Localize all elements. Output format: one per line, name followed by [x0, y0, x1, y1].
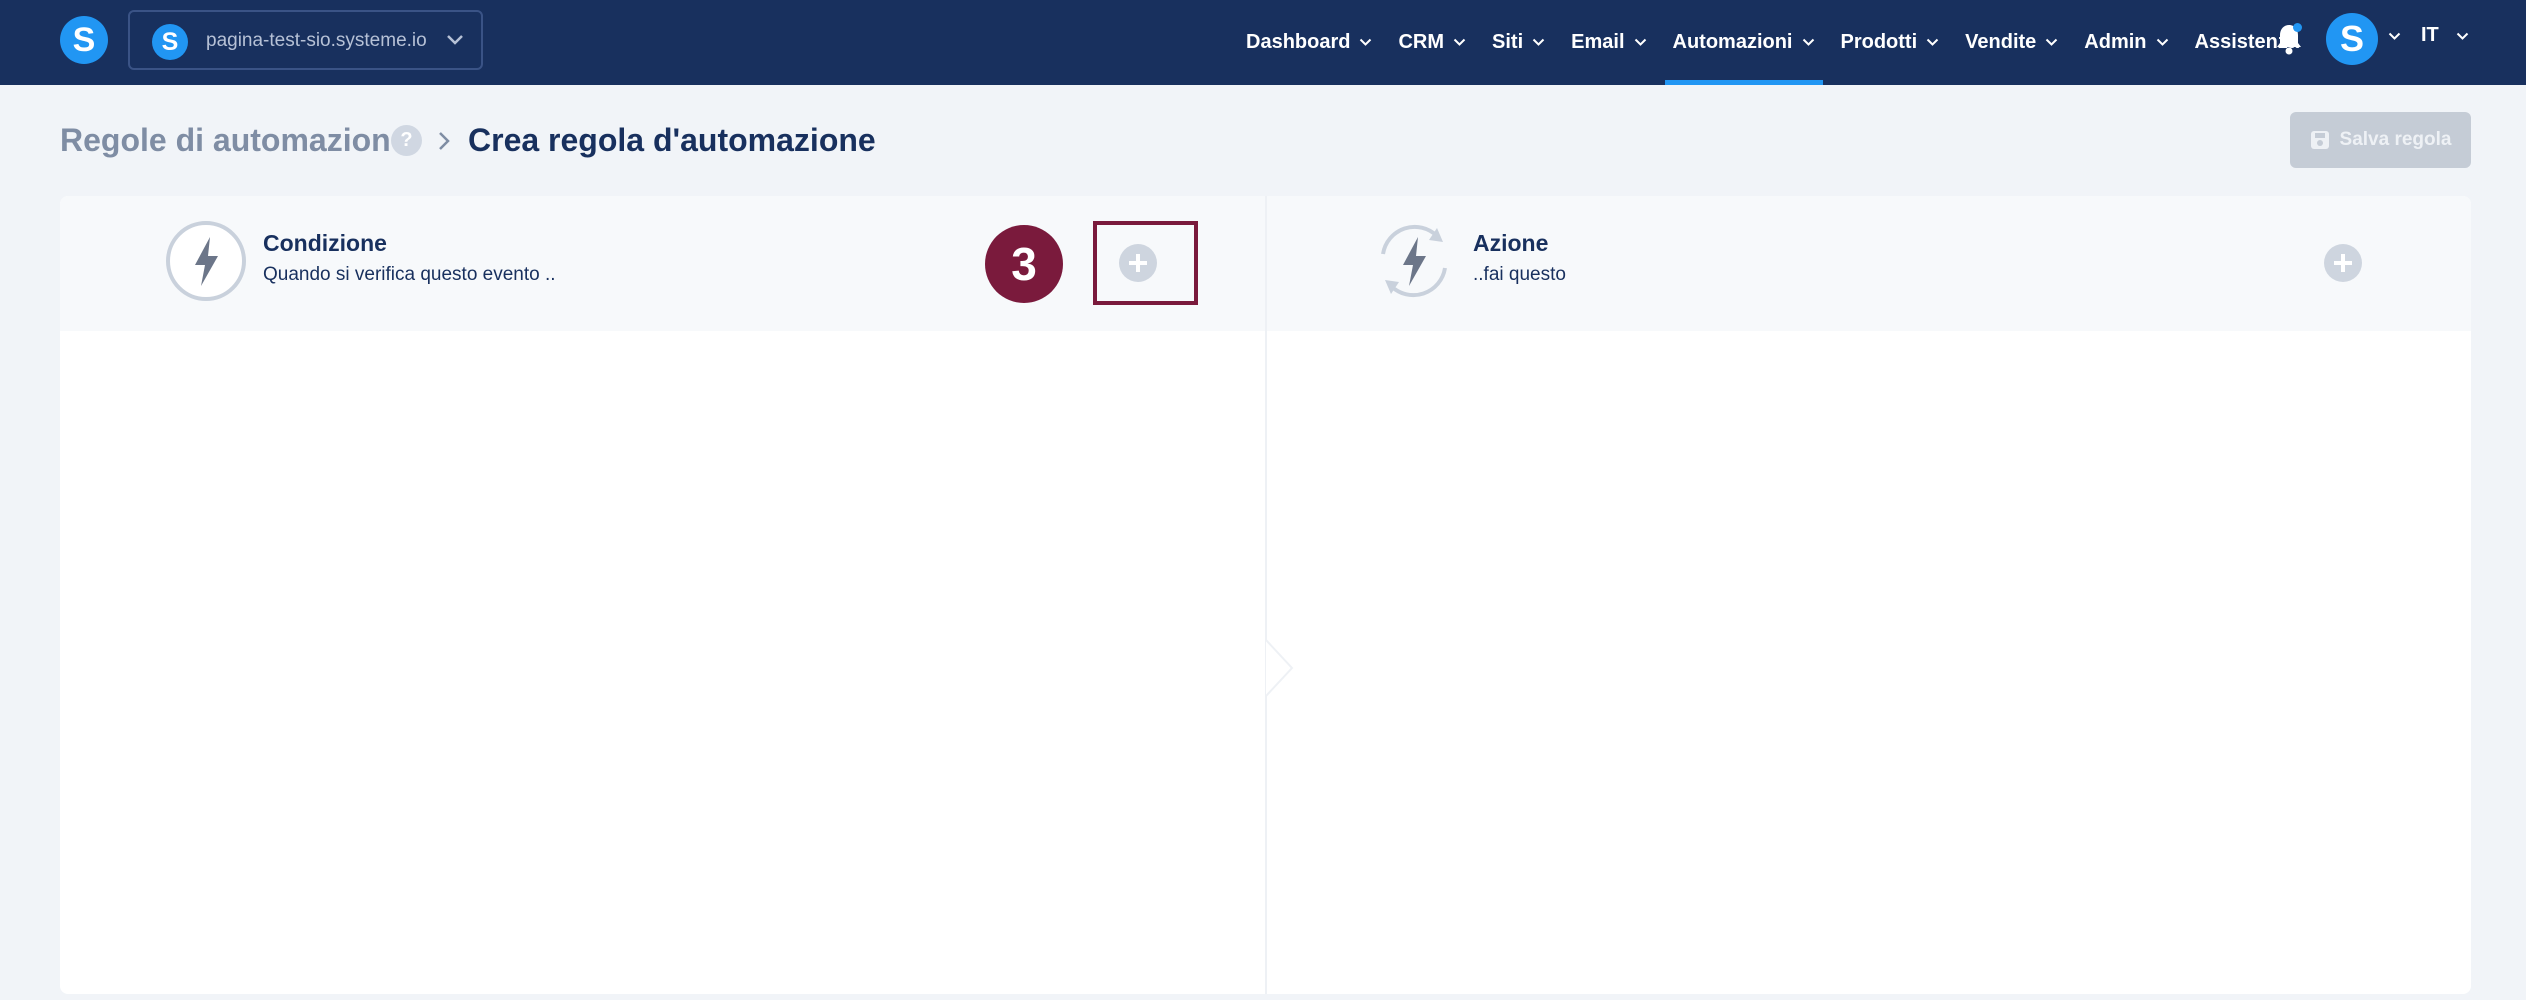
condition-title: Condizione: [263, 230, 387, 256]
highlight-box: [1093, 221, 1198, 305]
save-rule-label: Salva regola: [2339, 129, 2452, 150]
nav-label: Prodotti: [1840, 31, 1918, 53]
top-navbar: S S pagina-test-sio.systeme.io Dashboard…: [0, 0, 2526, 85]
lightning-refresh-icon: [1381, 224, 1447, 298]
nav-label: Vendite: [1965, 31, 2037, 53]
step-badge: 3: [985, 225, 1063, 303]
chevron-down-icon: [2046, 38, 2058, 46]
nav-prodotti[interactable]: Prodotti: [1841, 0, 1940, 85]
chevron-right-icon: [439, 132, 450, 150]
nav-vendite[interactable]: Vendite: [1965, 0, 2058, 85]
nav-label: CRM: [1398, 31, 1445, 53]
nav-siti[interactable]: Siti: [1492, 0, 1545, 85]
breadcrumb-parent[interactable]: Regole di automazione: [60, 122, 408, 159]
nav-admin[interactable]: Admin: [2084, 0, 2168, 85]
user-avatar[interactable]: S: [2326, 13, 2378, 65]
site-switcher[interactable]: S pagina-test-sio.systeme.io: [128, 10, 483, 70]
arrow-notch: [1265, 639, 1294, 697]
condition-subtitle: Quando si verifica questo evento ..: [263, 264, 556, 285]
nav-label: Admin: [2084, 31, 2147, 53]
site-name: pagina-test-sio.systeme.io: [206, 30, 427, 51]
chevron-down-icon: [1634, 38, 1646, 46]
nav-label: Siti: [1492, 31, 1524, 53]
action-subtitle: ..fai questo: [1473, 264, 1566, 285]
add-action-button[interactable]: [2324, 244, 2362, 282]
column-divider: [1265, 196, 1267, 994]
nav-email[interactable]: Email: [1571, 0, 1646, 85]
action-title: Azione: [1473, 230, 1549, 256]
save-rule-button[interactable]: Salva regola: [2290, 112, 2471, 168]
chevron-down-icon[interactable]: [2388, 32, 2401, 41]
chevron-down-icon: [1360, 38, 1372, 46]
main-nav: Dashboard CRM Siti Email Automazioni Pro…: [1246, 0, 2317, 85]
nav-automazioni[interactable]: Automazioni: [1664, 0, 1823, 85]
chevron-down-icon: [2156, 38, 2168, 46]
nav-crm[interactable]: CRM: [1398, 0, 1466, 85]
chevron-down-icon: [1926, 38, 1939, 46]
site-logo-icon: S: [152, 24, 188, 60]
save-icon: [2310, 131, 2329, 149]
nav-label: Dashboard: [1246, 31, 1351, 53]
nav-label: Email: [1571, 31, 1625, 53]
systeme-logo[interactable]: S: [60, 16, 108, 64]
notification-dot: [2293, 23, 2302, 32]
chevron-down-icon: [447, 35, 463, 45]
nav-label: Automazioni: [1672, 31, 1793, 53]
nav-dashboard[interactable]: Dashboard: [1246, 0, 1372, 85]
page-title: Crea regola d'automazione: [468, 122, 876, 158]
chevron-down-icon: [1453, 38, 1466, 46]
rule-panel: Condizione Quando si verifica questo eve…: [60, 196, 2471, 994]
language-selector[interactable]: IT: [2421, 24, 2439, 47]
chevron-down-icon: [1802, 38, 1814, 46]
chevron-down-icon: [1532, 38, 1545, 46]
help-icon[interactable]: ?: [391, 125, 422, 156]
lightning-icon: [166, 221, 246, 301]
chevron-down-icon[interactable]: [2456, 32, 2469, 41]
